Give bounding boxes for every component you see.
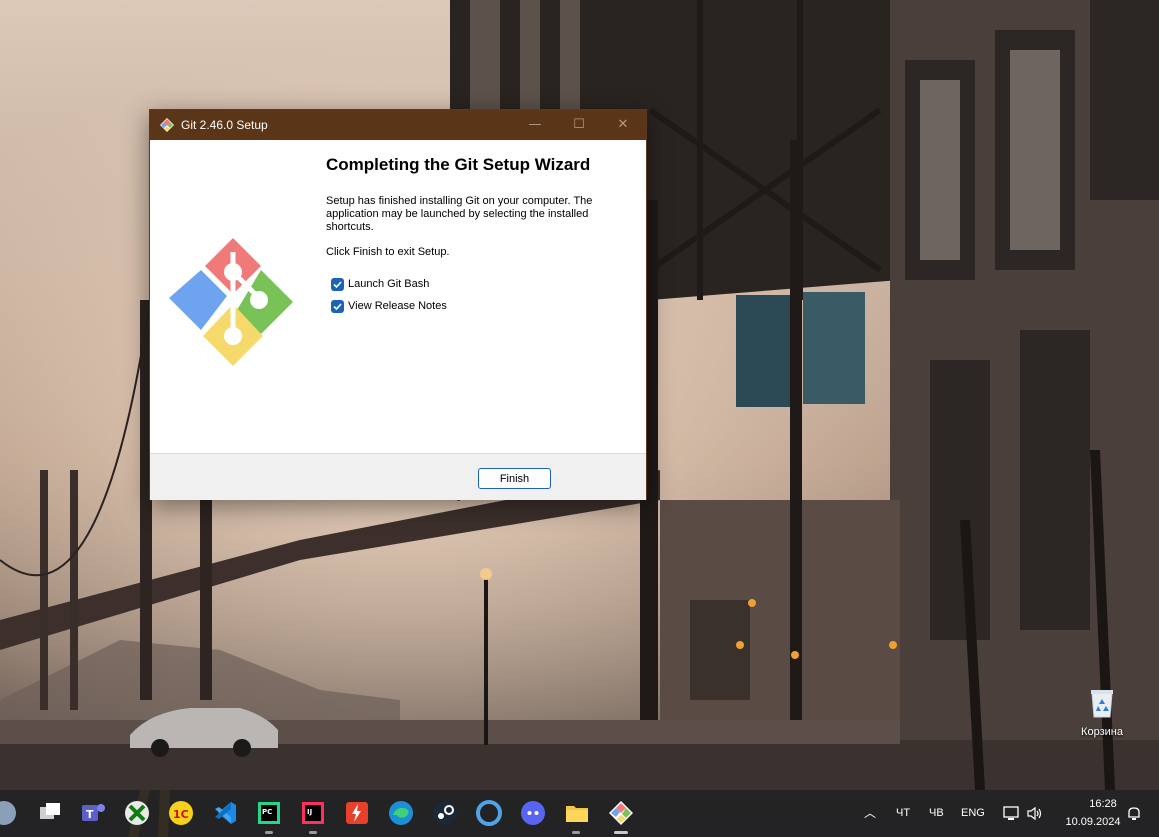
finish-button[interactable]: Finish <box>478 468 551 489</box>
window-title: Git 2.46.0 Setup <box>181 118 268 132</box>
recycle-bin-label: Корзина <box>1081 726 1123 738</box>
running-indicator <box>309 831 317 834</box>
svg-text:PC: PC <box>262 808 272 816</box>
git-logo-icon <box>169 238 293 366</box>
launch-git-bash-checkbox[interactable]: Launch Git Bash <box>331 276 581 292</box>
finish-hint-text: Click Finish to exit Setup. <box>326 246 450 258</box>
git-setup-window: Git 2.46.0 Setup — ☐ ✕ Completing the Gi… <box>149 109 647 500</box>
close-button[interactable]: ✕ <box>600 110 646 140</box>
checkbox-checked-icon <box>331 278 344 291</box>
edge-icon[interactable] <box>387 799 415 827</box>
recycle-bin-icon <box>1091 690 1113 718</box>
svg-text:IJ: IJ <box>307 808 312 816</box>
volume-icon[interactable] <box>1026 806 1044 821</box>
minimize-button[interactable]: — <box>512 110 558 140</box>
steam-icon[interactable] <box>431 799 459 827</box>
git-setup-taskbar-icon[interactable] <box>607 799 635 827</box>
svg-text:T: T <box>86 808 94 821</box>
running-indicator <box>265 831 273 834</box>
task-view-icon[interactable] <box>36 799 64 827</box>
taskbar: T 1С PC IJ ︿ ЧТ ЧВ ENG 16:28 10.09.2024 <box>0 790 1159 837</box>
wizard-content: Completing the Git Setup Wizard Setup ha… <box>150 140 646 453</box>
notifications-icon[interactable] <box>1126 805 1142 821</box>
wizard-heading: Completing the Git Setup Wizard <box>326 155 591 174</box>
discord-icon[interactable] <box>519 799 547 827</box>
view-release-notes-checkbox[interactable]: View Release Notes <box>331 298 581 314</box>
wizard-footer: Finish <box>150 453 646 500</box>
running-indicator <box>572 831 580 834</box>
1c-icon[interactable]: 1С <box>167 799 195 827</box>
language-indicator[interactable]: ENG <box>961 790 985 837</box>
vscode-icon[interactable] <box>211 799 239 827</box>
teams-icon[interactable]: T <box>79 799 107 827</box>
intellij-icon[interactable]: IJ <box>299 799 327 827</box>
git-app-icon <box>160 118 174 132</box>
svg-text:1С: 1С <box>173 808 189 821</box>
xbox-icon[interactable] <box>123 799 151 827</box>
title-bar[interactable]: Git 2.46.0 Setup — ☐ ✕ <box>150 110 646 140</box>
maximize-button[interactable]: ☐ <box>556 110 602 140</box>
cortana-icon[interactable] <box>475 799 503 827</box>
checkbox-label: View Release Notes <box>348 300 447 312</box>
tray-text-wed[interactable]: ЧВ <box>929 790 944 837</box>
wizard-body-text: Setup has finished installing Git on you… <box>326 195 593 233</box>
recycle-bin[interactable]: Корзина <box>1074 688 1130 738</box>
burp-suite-icon[interactable] <box>343 799 371 827</box>
clock-date[interactable]: 10.09.2024 <box>1058 816 1128 828</box>
clock-time[interactable]: 16:28 <box>1080 798 1126 810</box>
start-button-icon[interactable] <box>0 799 18 827</box>
checkbox-checked-icon <box>331 300 344 313</box>
tray-text-thu[interactable]: ЧТ <box>896 790 910 837</box>
show-hidden-icons-chevron[interactable]: ︿ <box>864 790 876 837</box>
checkbox-label: Launch Git Bash <box>348 278 430 290</box>
file-explorer-icon[interactable] <box>563 799 591 827</box>
network-icon[interactable] <box>1003 806 1019 821</box>
pycharm-icon[interactable]: PC <box>255 799 283 827</box>
active-indicator <box>614 831 628 834</box>
